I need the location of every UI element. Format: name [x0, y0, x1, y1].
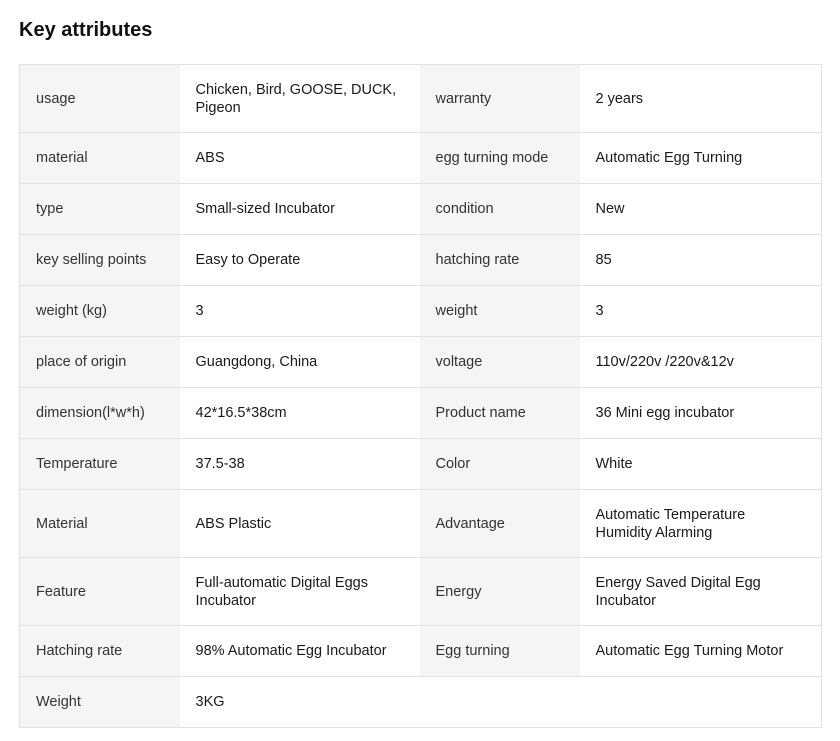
table-row: material ABS egg turning mode Automatic … — [19, 132, 822, 184]
table-row: type Small-sized Incubator condition New — [19, 183, 822, 235]
attribute-value: ABS Plastic — [179, 489, 420, 558]
attribute-value: 85 — [579, 234, 822, 286]
attribute-name: condition — [419, 183, 580, 235]
attribute-name: hatching rate — [419, 234, 580, 286]
attribute-name: Product name — [419, 387, 580, 439]
attribute-name: usage — [19, 64, 180, 133]
table-row: key selling points Easy to Operate hatch… — [19, 234, 822, 286]
attribute-value: 3 — [179, 285, 420, 337]
attribute-name: Temperature — [19, 438, 180, 490]
attribute-value: Automatic Temperature Humidity Alarming — [579, 489, 822, 558]
attribute-name: Weight — [19, 676, 180, 728]
attribute-name: voltage — [419, 336, 580, 388]
attribute-value: 37.5-38 — [179, 438, 420, 490]
attribute-name: weight — [419, 285, 580, 337]
table-row: dimension(l*w*h) 42*16.5*38cm Product na… — [19, 387, 822, 439]
attribute-name: Feature — [19, 557, 180, 626]
attribute-value: 110v/220v /220v&12v — [579, 336, 822, 388]
attribute-name: Material — [19, 489, 180, 558]
attribute-name: type — [19, 183, 180, 235]
table-row: Weight 3KG — [19, 676, 822, 728]
attribute-name: egg turning mode — [419, 132, 580, 184]
attribute-value: 98% Automatic Egg Incubator — [179, 625, 420, 677]
attribute-name: weight (kg) — [19, 285, 180, 337]
attribute-value: Automatic Egg Turning Motor — [579, 625, 822, 677]
attribute-value: 3 — [579, 285, 822, 337]
attribute-name: Advantage — [419, 489, 580, 558]
attribute-value: Easy to Operate — [179, 234, 420, 286]
attribute-name: material — [19, 132, 180, 184]
key-attributes-section: Key attributes usage Chicken, Bird, GOOS… — [0, 0, 840, 741]
attribute-value: Automatic Egg Turning — [579, 132, 822, 184]
attribute-name: Egg turning — [419, 625, 580, 677]
table-row: place of origin Guangdong, China voltage… — [19, 336, 822, 388]
attribute-value: Energy Saved Digital Egg Incubator — [579, 557, 822, 626]
empty-cell — [419, 676, 580, 728]
attribute-name: warranty — [419, 64, 580, 133]
attribute-value: Guangdong, China — [179, 336, 420, 388]
attribute-value: Chicken, Bird, GOOSE, DUCK, Pigeon — [179, 64, 420, 133]
attributes-table: usage Chicken, Bird, GOOSE, DUCK, Pigeon… — [19, 64, 822, 728]
table-row: weight (kg) 3 weight 3 — [19, 285, 822, 337]
table-row: Hatching rate 98% Automatic Egg Incubato… — [19, 625, 822, 677]
table-row: Feature Full-automatic Digital Eggs Incu… — [19, 557, 822, 626]
attribute-name: Energy — [419, 557, 580, 626]
attribute-value: ABS — [179, 132, 420, 184]
attribute-value: 3KG — [179, 676, 420, 728]
attribute-name: Hatching rate — [19, 625, 180, 677]
table-row: Material ABS Plastic Advantage Automatic… — [19, 489, 822, 558]
attribute-name: dimension(l*w*h) — [19, 387, 180, 439]
table-row: Temperature 37.5-38 Color White — [19, 438, 822, 490]
attribute-value: 36 Mini egg incubator — [579, 387, 822, 439]
attribute-name: Color — [419, 438, 580, 490]
attribute-value: 2 years — [579, 64, 822, 133]
attribute-value: Small-sized Incubator — [179, 183, 420, 235]
section-title: Key attributes — [19, 19, 153, 41]
attribute-value: 42*16.5*38cm — [179, 387, 420, 439]
attribute-value: Full-automatic Digital Eggs Incubator — [179, 557, 420, 626]
attribute-name: place of origin — [19, 336, 180, 388]
attribute-name: key selling points — [19, 234, 180, 286]
empty-cell — [579, 676, 822, 728]
table-row: usage Chicken, Bird, GOOSE, DUCK, Pigeon… — [19, 64, 822, 133]
attribute-value: New — [579, 183, 822, 235]
attribute-value: White — [579, 438, 822, 490]
